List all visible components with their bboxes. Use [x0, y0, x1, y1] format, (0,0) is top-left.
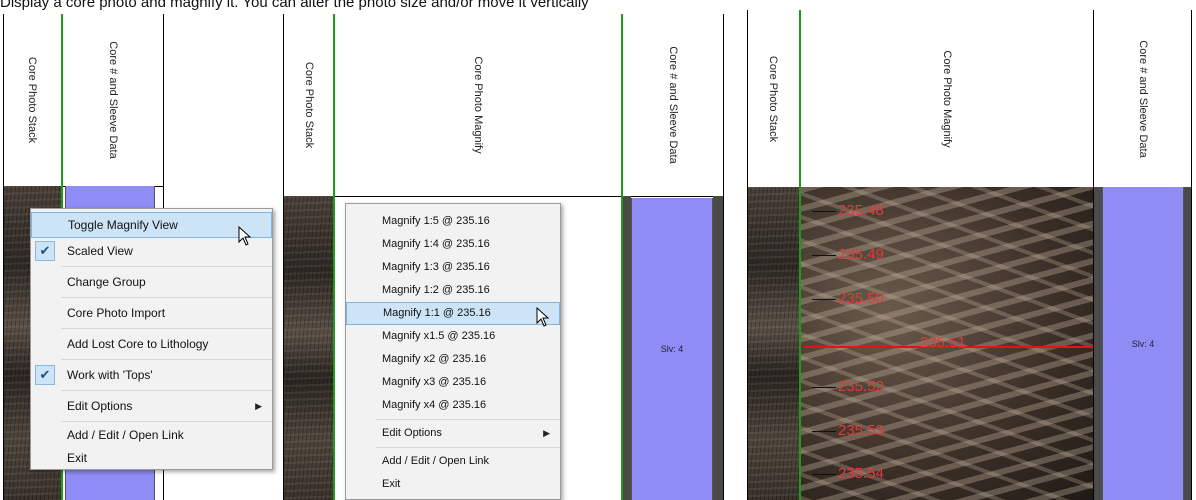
context-menu-magnify: Magnify 1:5 @ 235.16 Magnify 1:4 @ 235.1… [345, 203, 561, 500]
core-photo-strip[interactable] [747, 187, 799, 500]
menu-item-label: Magnify x1.5 @ 235.16 [382, 330, 496, 342]
header-label: Core Photo Stack [26, 56, 38, 144]
sleeve-block[interactable]: Slv: 4 [1102, 187, 1184, 500]
menu-item-label: Add / Edit / Open Link [67, 428, 184, 442]
menu-item-magnify-x2[interactable]: Magnify x2 @ 235.16 [346, 348, 560, 371]
header-core-photo-stack: Core Photo Stack [283, 14, 335, 197]
caption-text: Display a core photo and magnify it. You… [0, 0, 589, 11]
submenu-arrow-icon: ▶ [255, 401, 262, 411]
menu-item-magnify-1-5[interactable]: Magnify 1:5 @ 235.16 [346, 210, 560, 233]
header-label: Core # and Sleeve Data [1137, 39, 1149, 158]
menu-item-add-lost-core[interactable]: Add Lost Core to Lithology [31, 331, 272, 357]
menu-item-magnify-1-3[interactable]: Magnify 1:3 @ 235.16 [346, 256, 560, 279]
column-core-sleeve-data: Core # and Sleeve Data Slv: 4 [623, 14, 723, 500]
header-label: Core Photo Magnify [941, 49, 953, 148]
menu-item-label: Edit Options [67, 399, 133, 413]
menu-item-label: Add Lost Core to Lithology [67, 337, 209, 351]
menu-item-edit-options[interactable]: Edit Options ▶ [31, 393, 272, 419]
menu-item-label: Edit Options [382, 427, 442, 439]
checkmark-icon: ✔ [35, 241, 55, 261]
checkmark-icon: ✔ [35, 365, 55, 385]
header-label: Core Photo Magnify [472, 56, 484, 154]
column-core-photo-stack: Core Photo Stack [747, 10, 799, 500]
depth-label: 235.48 [838, 202, 884, 219]
menu-item-label: Exit [382, 478, 401, 490]
mouse-cursor-icon [238, 226, 252, 246]
sleeve-block[interactable]: Slv: 4 [631, 198, 713, 500]
depth-label: 235.51 [920, 334, 966, 351]
menu-item-exit[interactable]: Exit [31, 447, 272, 470]
header-core-sleeve-data: Core # and Sleeve Data [63, 14, 163, 187]
menu-item-label: Magnify 1:5 @ 235.16 [382, 215, 490, 227]
menu-item-add-edit-open-link[interactable]: Add / Edit / Open Link [346, 450, 560, 473]
header-label: Core Photo Stack [303, 61, 315, 149]
column-core-photo-stack: Core Photo Stack [283, 14, 335, 500]
header-core-photo-magnify: Core Photo Magnify [801, 10, 1093, 188]
menu-item-magnify-1-4[interactable]: Magnify 1:4 @ 235.16 [346, 233, 560, 256]
menu-item-label: Change Group [67, 275, 146, 289]
sleeve-label: Slv: 4 [660, 344, 684, 354]
menu-item-toggle-magnify-view[interactable]: Toggle Magnify View [31, 212, 272, 238]
menu-item-label: Add / Edit / Open Link [382, 455, 490, 467]
header-core-sleeve-data: Core # and Sleeve Data [623, 14, 723, 197]
depth-label: 235.49 [838, 246, 884, 263]
depth-label: 235.52 [838, 378, 884, 395]
menu-item-label: Magnify x2 @ 235.16 [382, 353, 487, 365]
menu-item-core-photo-import[interactable]: Core Photo Import [31, 300, 272, 326]
menu-item-label: Magnify 1:2 @ 235.16 [382, 284, 490, 296]
menu-item-label: Magnify x3 @ 235.16 [382, 376, 487, 388]
menu-item-add-edit-open-link[interactable]: Add / Edit / Open Link [31, 424, 272, 447]
mouse-cursor-icon [536, 307, 550, 327]
menu-item-change-group[interactable]: Change Group [31, 269, 272, 295]
depth-label: 235.50 [838, 290, 884, 307]
header-core-photo-stack: Core Photo Stack [3, 14, 61, 187]
menu-item-magnify-x1-5[interactable]: Magnify x1.5 @ 235.16 [346, 325, 560, 348]
menu-item-label: Magnify 1:4 @ 235.16 [382, 238, 490, 250]
menu-item-scaled-view[interactable]: ✔ Scaled View [31, 238, 272, 264]
header-core-photo-stack: Core Photo Stack [747, 10, 799, 188]
menu-item-label: Scaled View [67, 244, 133, 258]
menu-item-work-with-tops[interactable]: ✔ Work with 'Tops' [31, 362, 272, 388]
menu-item-label: Core Photo Import [67, 306, 166, 320]
depth-label: 235.54 [838, 465, 884, 482]
menu-item-magnify-1-2[interactable]: Magnify 1:2 @ 235.16 [346, 279, 560, 302]
header-core-photo-magnify: Core Photo Magnify [335, 14, 621, 197]
menu-item-magnify-1-1[interactable]: Magnify 1:1 @ 235.16 [346, 302, 560, 325]
context-menu-main: Toggle Magnify View ✔ Scaled View Change … [30, 208, 273, 470]
menu-item-label: Exit [67, 451, 88, 465]
menu-item-magnify-x3[interactable]: Magnify x3 @ 235.16 [346, 371, 560, 394]
menu-item-label: Work with 'Tops' [67, 368, 153, 382]
menu-item-edit-options[interactable]: Edit Options ▶ [346, 422, 560, 445]
core-photo-strip[interactable] [283, 196, 335, 500]
submenu-arrow-icon: ▶ [543, 428, 550, 438]
menu-item-label: Toggle Magnify View [68, 218, 178, 232]
sleeve-label: Slv: 4 [1131, 338, 1155, 349]
column-core-sleeve-data: Core # and Sleeve Data Slv: 4 [1094, 10, 1192, 500]
header-label: Core Photo Stack [767, 55, 779, 142]
header-label: Core # and Sleeve Data [667, 46, 679, 164]
menu-item-exit[interactable]: Exit [346, 473, 560, 496]
depth-label: 235.53 [838, 422, 884, 439]
header-label: Core # and Sleeve Data [107, 41, 119, 159]
menu-item-label: Magnify 1:1 @ 235.16 [383, 307, 491, 319]
menu-item-label: Magnify x4 @ 235.16 [382, 399, 487, 411]
menu-item-label: Magnify 1:3 @ 235.16 [382, 261, 490, 273]
menu-item-magnify-x4[interactable]: Magnify x4 @ 235.16 [346, 394, 560, 417]
header-core-sleeve-data: Core # and Sleeve Data [1094, 10, 1192, 188]
